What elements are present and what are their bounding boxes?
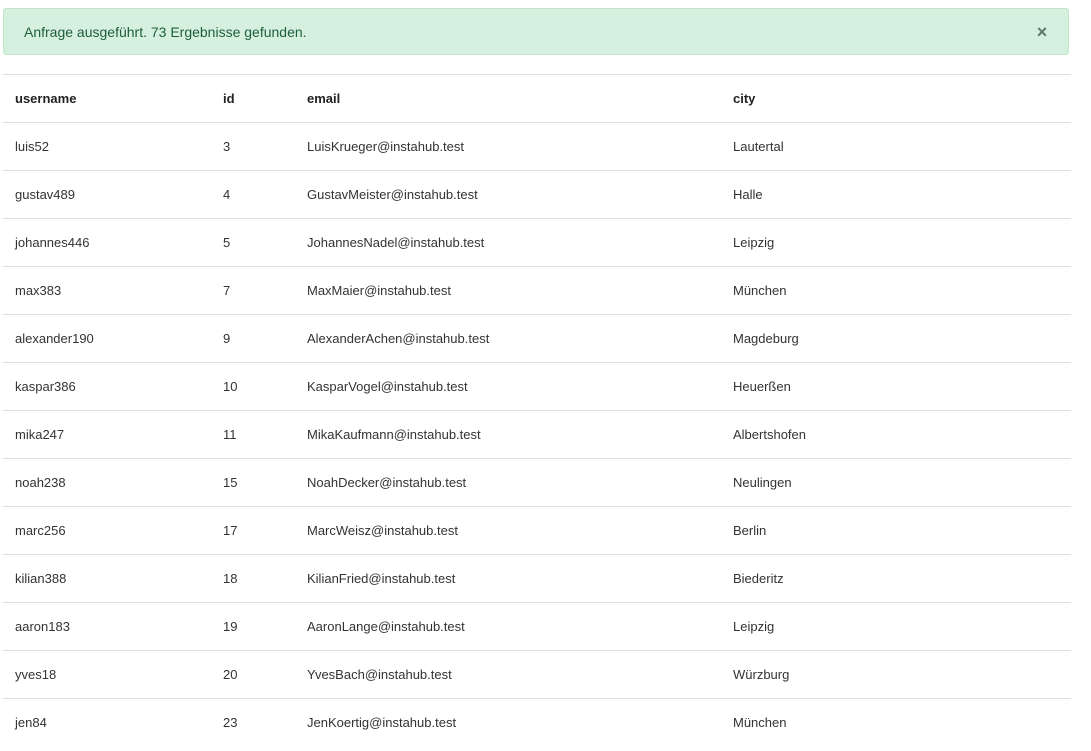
table-row: jen84 23 JenKoertig@instahub.test München bbox=[3, 698, 1071, 746]
cell-city: Leipzig bbox=[721, 218, 1071, 267]
cell-email: GustavMeister@instahub.test bbox=[295, 170, 721, 219]
cell-city: Biederitz bbox=[721, 554, 1071, 603]
cell-id: 5 bbox=[211, 218, 295, 267]
success-alert: Anfrage ausgeführt. 73 Ergebnisse gefund… bbox=[3, 8, 1069, 55]
cell-city: Neulingen bbox=[721, 458, 1071, 507]
cell-username: jen84 bbox=[3, 698, 211, 746]
results-table-container: username id email city luis52 3 LuisKruege… bbox=[3, 74, 1071, 746]
cell-id: 18 bbox=[211, 554, 295, 603]
cell-username: gustav489 bbox=[3, 170, 211, 219]
table-row: kaspar386 10 KasparVogel@instahub.test Heue… bbox=[3, 362, 1071, 411]
cell-email: MikaKaufmann@instahub.test bbox=[295, 410, 721, 459]
cell-id: 15 bbox=[211, 458, 295, 507]
column-header-username[interactable]: username bbox=[3, 74, 211, 123]
table-row: yves18 20 YvesBach@instahub.test Würzburg bbox=[3, 650, 1071, 699]
cell-username: aaron183 bbox=[3, 602, 211, 651]
cell-email: NoahDecker@instahub.test bbox=[295, 458, 721, 507]
table-header-row: username id email city bbox=[3, 74, 1071, 123]
cell-city: Würzburg bbox=[721, 650, 1071, 699]
cell-username: luis52 bbox=[3, 122, 211, 171]
results-table: username id email city luis52 3 LuisKruege… bbox=[3, 74, 1071, 746]
cell-id: 4 bbox=[211, 170, 295, 219]
cell-username: alexander190 bbox=[3, 314, 211, 363]
cell-username: johannes446 bbox=[3, 218, 211, 267]
close-icon[interactable]: × bbox=[1034, 23, 1050, 41]
cell-city: Lautertal bbox=[721, 122, 1071, 171]
table-row: noah238 15 NoahDecker@instahub.test Neuling… bbox=[3, 458, 1071, 507]
table-row: alexander190 9 AlexanderAchen@instahub.tes… bbox=[3, 314, 1071, 363]
cell-username: marc256 bbox=[3, 506, 211, 555]
table-row: kilian388 18 KilianFried@instahub.test Bied… bbox=[3, 554, 1071, 603]
column-header-city[interactable]: city bbox=[721, 74, 1071, 123]
cell-username: max383 bbox=[3, 266, 211, 315]
cell-id: 11 bbox=[211, 410, 295, 459]
cell-email: JenKoertig@instahub.test bbox=[295, 698, 721, 746]
cell-city: Magdeburg bbox=[721, 314, 1071, 363]
cell-username: mika247 bbox=[3, 410, 211, 459]
cell-city: Halle bbox=[721, 170, 1071, 219]
cell-city: Heuerßen bbox=[721, 362, 1071, 411]
column-header-email[interactable]: email bbox=[295, 74, 721, 123]
cell-id: 17 bbox=[211, 506, 295, 555]
cell-id: 7 bbox=[211, 266, 295, 315]
cell-username: kilian388 bbox=[3, 554, 211, 603]
cell-username: kaspar386 bbox=[3, 362, 211, 411]
cell-email: YvesBach@instahub.test bbox=[295, 650, 721, 699]
cell-id: 20 bbox=[211, 650, 295, 699]
table-body: luis52 3 LuisKrueger@instahub.test Lauterta… bbox=[3, 122, 1071, 746]
cell-email: MaxMaier@instahub.test bbox=[295, 266, 721, 315]
column-header-id[interactable]: id bbox=[211, 74, 295, 123]
table-row: max383 7 MaxMaier@instahub.test München bbox=[3, 266, 1071, 315]
cell-id: 19 bbox=[211, 602, 295, 651]
cell-city: München bbox=[721, 698, 1071, 746]
table-row: luis52 3 LuisKrueger@instahub.test Lauterta… bbox=[3, 122, 1071, 171]
table-row: mika247 11 MikaKaufmann@instahub.test Alber… bbox=[3, 410, 1071, 459]
cell-email: AaronLange@instahub.test bbox=[295, 602, 721, 651]
table-row: johannes446 5 JohannesNadel@instahub.test L… bbox=[3, 218, 1071, 267]
cell-id: 23 bbox=[211, 698, 295, 746]
cell-id: 10 bbox=[211, 362, 295, 411]
table-row: gustav489 4 GustavMeister@instahub.test Hal… bbox=[3, 170, 1071, 219]
cell-username: yves18 bbox=[3, 650, 211, 699]
cell-email: AlexanderAchen@instahub.test bbox=[295, 314, 721, 363]
cell-city: Leipzig bbox=[721, 602, 1071, 651]
table-row: marc256 17 MarcWeisz@instahub.test Berlin bbox=[3, 506, 1071, 555]
cell-city: München bbox=[721, 266, 1071, 315]
cell-email: JohannesNadel@instahub.test bbox=[295, 218, 721, 267]
cell-email: KasparVogel@instahub.test bbox=[295, 362, 721, 411]
table-row: aaron183 19 AaronLange@instahub.test Leipzi… bbox=[3, 602, 1071, 651]
cell-id: 3 bbox=[211, 122, 295, 171]
cell-username: noah238 bbox=[3, 458, 211, 507]
cell-email: MarcWeisz@instahub.test bbox=[295, 506, 721, 555]
cell-id: 9 bbox=[211, 314, 295, 363]
cell-city: Berlin bbox=[721, 506, 1071, 555]
cell-city: Albertshofen bbox=[721, 410, 1071, 459]
cell-email: KilianFried@instahub.test bbox=[295, 554, 721, 603]
alert-message: Anfrage ausgeführt. 73 Ergebnisse gefund… bbox=[24, 23, 307, 40]
cell-email: LuisKrueger@instahub.test bbox=[295, 122, 721, 171]
